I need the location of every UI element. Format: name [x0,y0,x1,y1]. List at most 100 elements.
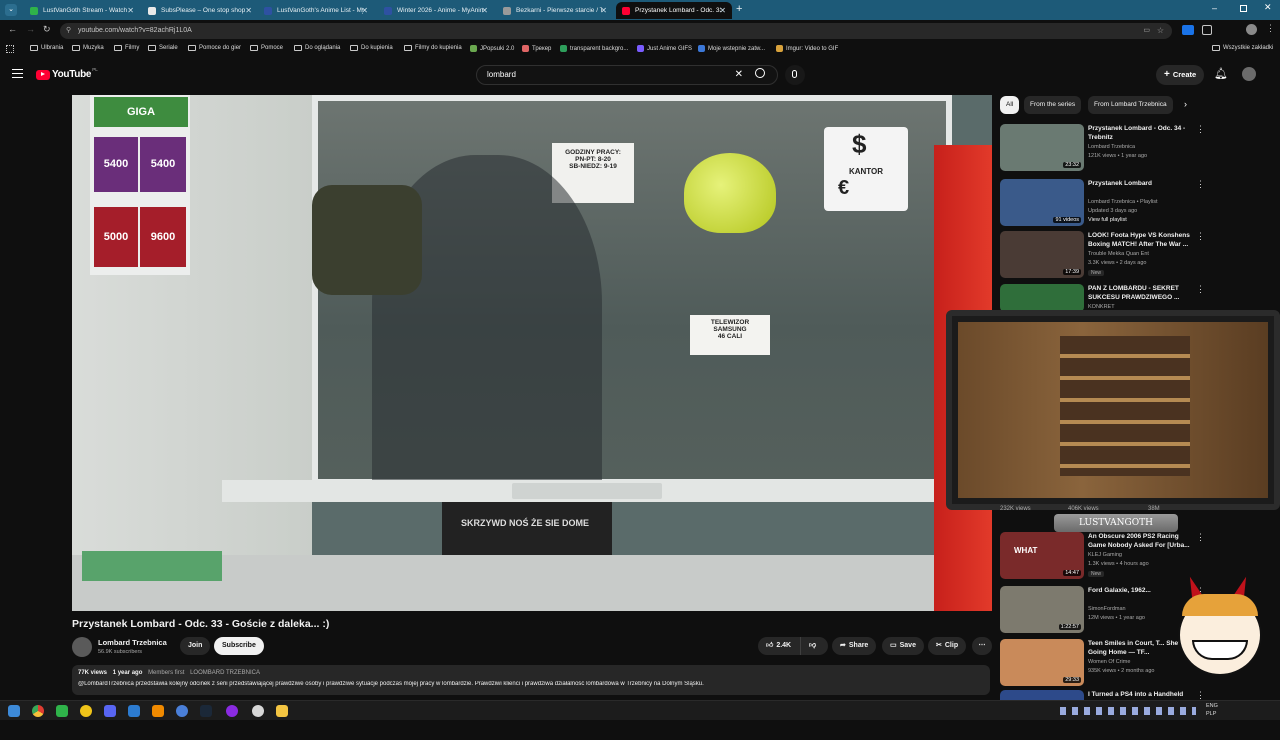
video-title[interactable]: LOOK! Foota Hype VS Konshens Boxing MATC… [1088,231,1192,249]
channel-name[interactable]: Trouble Mekka Quan Ent [1088,251,1149,257]
video-thumbnail[interactable]: 14:47 [1000,532,1084,579]
video-thumbnail[interactable]: 91 videos [1000,179,1084,226]
bookmark-item[interactable]: Imgur: Video to GIF [776,45,838,52]
explorer-taskbar-icon[interactable] [276,705,288,717]
account-avatar[interactable] [1242,67,1256,81]
browser-tab[interactable]: Winter 2026 - Anime - MyAnim ✕ [378,2,494,19]
bookmark-star-icon[interactable]: ☆ [1157,23,1164,39]
create-button[interactable]: + Create [1156,65,1205,85]
bookmark-item[interactable]: Filmy [114,45,139,51]
video-title[interactable]: Przystanek Lombard - Odc. 34 - Trebnitz [1088,124,1192,142]
tab-close-icon[interactable]: ✕ [481,6,488,15]
chip-from-channel[interactable]: From Lombard Trzebnica [1088,96,1173,114]
browser-menu-icon[interactable]: ⋮ [1266,23,1275,34]
input-region[interactable]: PLP [1206,711,1216,717]
join-button[interactable]: Join [180,637,211,655]
video-thumbnail[interactable] [1000,284,1084,312]
new-tab-button[interactable]: + [736,3,742,15]
bookmark-item[interactable]: Moje wstepnie zatw... [698,45,765,52]
all-bookmarks[interactable]: Wszystkie zakładki [1212,45,1273,51]
video-thumbnail[interactable]: 1:22:57 [1000,586,1084,633]
apps-grid-icon[interactable] [6,45,14,53]
app-taskbar-icon[interactable] [80,705,92,717]
minimize-icon[interactable]: – [1212,3,1217,13]
clear-search-icon[interactable]: ✕ [735,66,743,84]
tab-close-icon[interactable]: ✕ [719,6,726,15]
more-options-icon[interactable]: ⋮ [1196,284,1205,295]
bookmark-item[interactable]: Pomoce [250,45,283,51]
more-options-icon[interactable]: ⋮ [1196,124,1205,135]
video-title[interactable]: Przystanek Lombard [1088,179,1192,188]
recommended-video[interactable]: 17:39 LOOK! Foota Hype VS Konshens Boxing… [1000,231,1270,281]
app-taskbar-icon[interactable] [176,705,188,717]
more-actions-button[interactable]: ⋯ [972,637,992,655]
bookmark-item[interactable]: Muzyka [72,45,104,51]
like-button[interactable]: 👍︎ 2.4K [758,637,800,655]
profile-avatar[interactable] [1246,24,1257,35]
recommended-video[interactable]: 23:32 Przystanek Lombard - Odc. 34 - Treb… [1000,124,1270,174]
recommended-video[interactable]: 91 videos Przystanek Lombard Lombard Trzeb… [1000,179,1270,229]
more-options-icon[interactable]: ⋮ [1196,532,1205,543]
notifications-bell-icon[interactable]: 🔔︎ [1214,67,1228,80]
video-thumbnail[interactable]: 17:39 [1000,231,1084,278]
app-taskbar-icon[interactable] [56,705,68,717]
bookmark-item[interactable]: transparent backgro... [560,45,628,52]
bookmark-item[interactable]: Filmy do kupienia [404,45,462,51]
tab-close-icon[interactable]: ✕ [127,6,134,15]
browser-tab[interactable]: Przystanek Lombard - Odc. 33 ✕ [616,2,732,19]
reload-icon[interactable]: ↻ [43,24,51,35]
youtube-logo[interactable]: YouTube PL [36,67,98,80]
more-options-icon[interactable]: ⋮ [1196,231,1205,242]
channel-name[interactable]: Women Of Crime [1088,659,1130,665]
chip-all[interactable]: All [1000,96,1020,114]
site-info-icon[interactable]: ⚲ [66,23,71,39]
tray-icons[interactable] [1060,707,1196,715]
forward-icon[interactable]: → [26,24,35,34]
bookmark-item[interactable]: JPopsuki 2.0 [470,45,514,52]
extension-puzzle-icon[interactable] [1202,25,1212,35]
voice-search-icon[interactable] [785,65,805,85]
bookmark-item[interactable]: Pomoce do gier [188,45,241,51]
tab-search-icon[interactable]: ⌄ [5,4,17,16]
tab-close-icon[interactable]: ✕ [361,6,368,15]
video-title[interactable]: An Obscure 2006 PS2 Racing Game Nobody A… [1088,532,1192,550]
browser-tab[interactable]: Bezkarni - Pierwsze starcie / Th ✕ [497,2,613,19]
video-thumbnail[interactable]: 29:33 [1000,639,1084,686]
channel-name[interactable]: Lombard Trzebnica [98,638,167,647]
view-playlist-link[interactable]: View full playlist [1088,217,1127,223]
recommended-video[interactable]: 14:47 An Obscure 2006 PS2 Racing Game Nob… [1000,532,1270,582]
clip-button[interactable]: ✂ Clip [928,637,967,655]
bookmark-item[interactable]: Ulbrania [30,45,63,51]
start-icon[interactable] [8,705,20,717]
chrome-taskbar-icon[interactable] [32,705,44,717]
save-button[interactable]: ▭ Save [882,637,924,655]
channel-name[interactable]: KLEJ Gaming [1088,552,1122,558]
bookmark-item[interactable]: Just Anime GIFS [637,45,692,52]
url-field[interactable]: ⚲ youtube.com/watch?v=82achRj1L0A ▭ ☆ [60,23,1172,39]
video-title[interactable]: I Turned a PS4 into a Handheld [1088,690,1192,699]
tab-close-icon[interactable]: ✕ [600,6,607,15]
app-taskbar-icon[interactable] [128,705,140,717]
channel-name[interactable]: Lombard Trzebnica [1088,144,1135,150]
chip-from-series[interactable]: From the series [1024,96,1082,114]
input-language[interactable]: ENG [1206,703,1218,709]
app-taskbar-icon[interactable] [226,705,238,717]
tab-close-icon[interactable]: ✕ [245,6,252,15]
extension-icon[interactable] [1182,25,1194,35]
chevron-right-icon[interactable]: › [1184,99,1187,109]
browser-tab[interactable]: LustVanGoth's Anime List - My ✕ [258,2,374,19]
search-input[interactable]: lombard ✕ [476,65,778,85]
bookmark-item[interactable]: Seriale [148,45,178,51]
hamburger-menu-icon[interactable] [12,69,23,78]
install-icon[interactable]: ▭ [1143,23,1150,39]
discord-taskbar-icon[interactable] [104,705,116,717]
video-player[interactable]: GIGA 5400 5400 5000 9600 GODZINY PRACY: … [72,95,992,611]
browser-tab[interactable]: LustVanGoth Stream - Watch L ✕ [24,2,140,19]
search-icon[interactable] [755,68,765,78]
browser-tab[interactable]: SubsPlease – One stop shop fo ✕ [142,2,258,19]
channel-name[interactable]: Lombard Trzebnica • Playlist [1088,199,1157,205]
bookmark-item[interactable]: Трекер [522,45,551,52]
channel-name[interactable]: SimonFordman [1088,606,1126,612]
subscribe-button[interactable]: Subscribe [214,637,264,655]
app-taskbar-icon[interactable] [252,705,264,717]
